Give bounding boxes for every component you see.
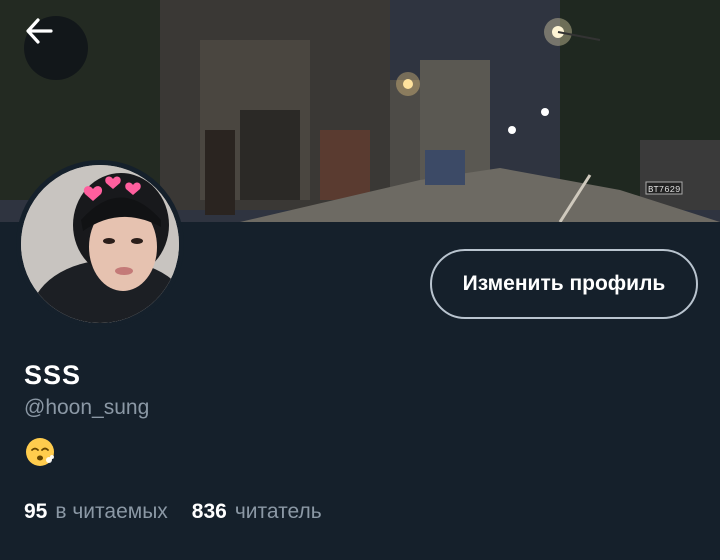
following-stat[interactable]: 95 в читаемых: [24, 500, 168, 524]
bio: [24, 436, 56, 468]
following-count: 95: [24, 500, 48, 523]
avatar[interactable]: [16, 160, 184, 328]
face-exhaling-emoji-icon: [26, 438, 54, 466]
user-handle: @hoon_sung: [24, 396, 150, 419]
followers-label: читатель: [234, 500, 322, 523]
followers-stat[interactable]: 836 читатель: [192, 500, 322, 524]
following-label: в читаемых: [55, 500, 168, 523]
edit-profile-button[interactable]: Изменить профиль: [430, 249, 698, 319]
avatar-image: [21, 165, 179, 323]
profile-stats: 95 в читаемых 836 читатель: [24, 500, 322, 524]
banner-sign-text: BT7629: [648, 185, 680, 195]
back-button[interactable]: [24, 16, 88, 80]
back-arrow-icon: [26, 18, 53, 44]
followers-count: 836: [191, 500, 227, 523]
display-name: SSS: [24, 360, 82, 390]
